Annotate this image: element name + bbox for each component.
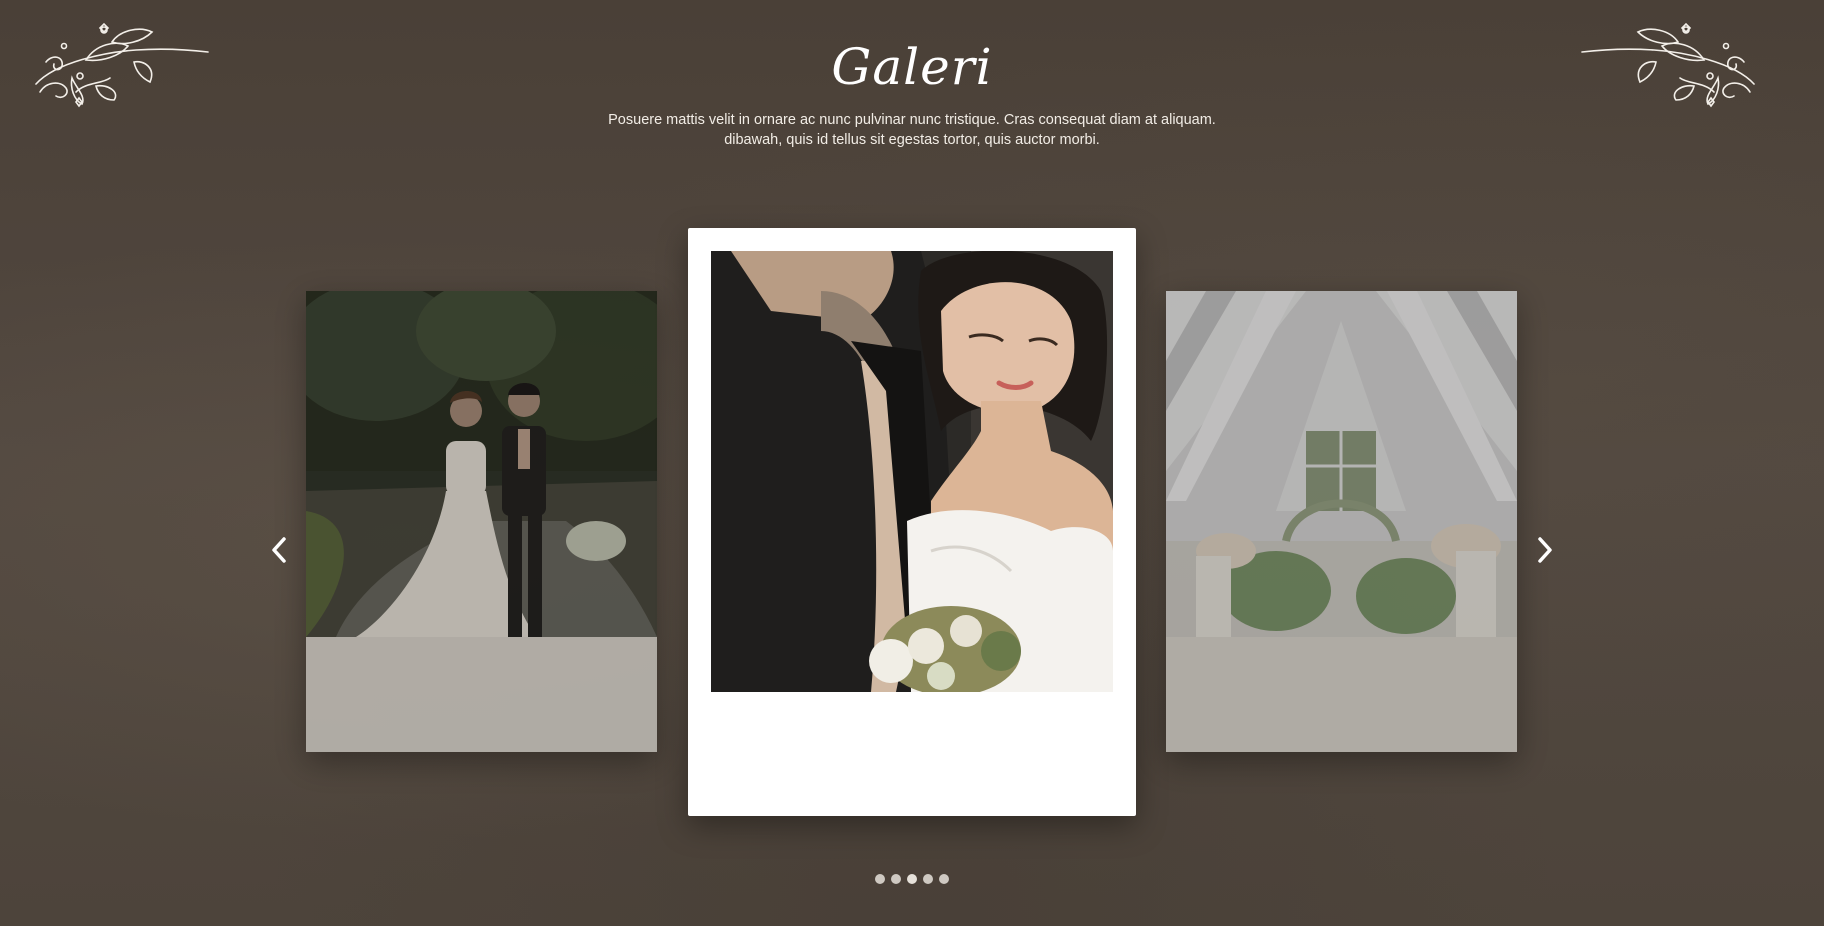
- chevron-left-icon: [272, 537, 286, 563]
- slide-next[interactable]: [1166, 291, 1517, 752]
- previous-slide-button[interactable]: [259, 530, 299, 570]
- page-title: Galeri: [831, 38, 993, 96]
- carousel-pagination: [0, 874, 1824, 884]
- next-slide-button[interactable]: [1525, 530, 1565, 570]
- pagination-dot[interactable]: [907, 874, 917, 884]
- pagination-dot[interactable]: [923, 874, 933, 884]
- gallery-description: Posuere mattis velit in ornare ac nunc p…: [560, 110, 1264, 150]
- photo-bride-groom-walking: [306, 291, 657, 637]
- pagination-dot[interactable]: [891, 874, 901, 884]
- photo-couple-embrace: [711, 251, 1113, 692]
- chevron-right-icon: [1538, 537, 1552, 563]
- photo-chapel-venue: [1166, 291, 1517, 637]
- description-line: dibawah, quis id tellus sit egestas tort…: [724, 132, 1100, 148]
- description-line: Posuere mattis velit in ornare ac nunc p…: [608, 112, 1216, 128]
- pagination-dot[interactable]: [939, 874, 949, 884]
- slide-previous[interactable]: [306, 291, 657, 752]
- slide-current[interactable]: [688, 228, 1136, 816]
- pagination-dot[interactable]: [875, 874, 885, 884]
